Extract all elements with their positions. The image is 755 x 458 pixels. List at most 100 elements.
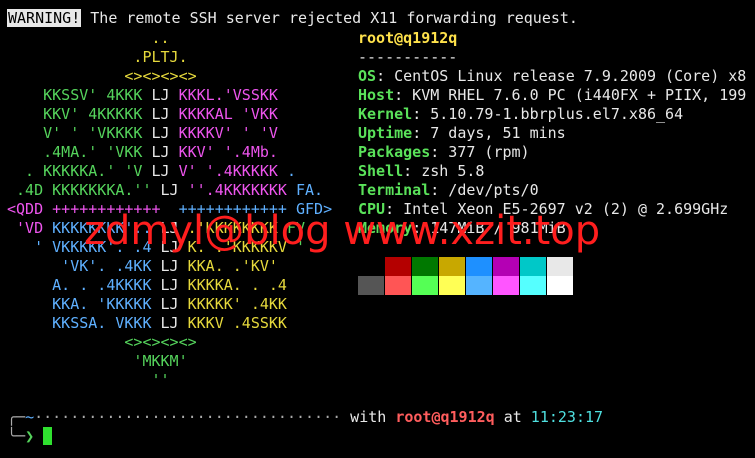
prompt-with: with bbox=[341, 408, 396, 426]
logo-segment: LJ bbox=[160, 257, 179, 275]
info-title: root@q1912q bbox=[358, 29, 458, 47]
prompt-tilde: ~ bbox=[25, 408, 35, 426]
logo-segment: LJ bbox=[160, 314, 179, 332]
warning-line: WARNING! The remote SSH server rejected … bbox=[7, 9, 578, 28]
prompt-user: root@q1912q bbox=[395, 408, 495, 426]
palette-swatch bbox=[520, 257, 546, 276]
info-value: zsh 5.8 bbox=[412, 162, 485, 180]
logo-line: . KKKKKA.' 'V LJ V' '.4KKKKK . bbox=[7, 162, 296, 181]
info-row: Uptime: 7 days, 51 mins bbox=[358, 124, 566, 143]
logo-line: <><><><> bbox=[7, 67, 196, 86]
prompt-at: at bbox=[494, 408, 531, 426]
logo-line: KKA. 'KKKKK LJ KKKKK' .4KK bbox=[7, 295, 287, 314]
logo-line: KKSSA. VKKK LJ KKKV .4SSKK bbox=[7, 314, 287, 333]
logo-segment: .4MA.' 'VKK bbox=[7, 143, 152, 161]
logo-segment: LJ bbox=[160, 276, 179, 294]
info-row: Packages: 377 (rpm) bbox=[358, 143, 530, 162]
info-colon: : bbox=[412, 105, 422, 123]
logo-segment: LJ bbox=[160, 181, 179, 199]
prompt-line: ╭─~·································· wi… bbox=[7, 408, 603, 427]
info-value: 7 days, 51 mins bbox=[421, 124, 566, 142]
logo-segment: V' ' 'VKKKK bbox=[7, 124, 152, 142]
info-row: Terminal: /dev/pts/0 bbox=[358, 181, 539, 200]
info-value: 377 (rpm) bbox=[439, 143, 530, 161]
logo-segment: KKKKA. . .4 bbox=[178, 276, 287, 294]
terminal-cursor[interactable] bbox=[43, 427, 52, 445]
prompt-corner-top: ╭─ bbox=[7, 408, 26, 426]
palette-swatch bbox=[520, 276, 546, 295]
logo-segment: KKA. 'KKKKK bbox=[7, 295, 161, 313]
logo-segment: . bbox=[286, 162, 296, 180]
info-colon: : bbox=[430, 143, 440, 161]
logo-segment: .PLTJ. bbox=[7, 48, 188, 66]
prompt-arrow-icon: ❯ bbox=[25, 427, 35, 445]
logo-segment: KKSSV' 4KKK bbox=[7, 86, 152, 104]
warning-message: The remote SSH server rejected X11 forwa… bbox=[81, 9, 578, 27]
logo-segment: KKSSA. VKKK bbox=[7, 314, 161, 332]
logo-segment: .4D KKKKKKKA.'' bbox=[7, 181, 161, 199]
info-row: Kernel: 5.10.79-1.bbrplus.el7.x86_64 bbox=[358, 105, 683, 124]
logo-segment: LJ bbox=[160, 295, 179, 313]
logo-segment: LJ bbox=[151, 143, 170, 161]
info-value: /dev/pts/0 bbox=[439, 181, 539, 199]
logo-segment: KKA. .'KV' bbox=[178, 257, 278, 275]
logo-segment: KKKKK' .4KK bbox=[178, 295, 287, 313]
palette-swatch bbox=[439, 276, 465, 295]
logo-segment: 'VD bbox=[7, 219, 53, 237]
terminal-window[interactable]: WARNING! The remote SSH server rejected … bbox=[0, 0, 755, 458]
prompt-time: 11:23:17 bbox=[530, 408, 604, 426]
info-key: Host bbox=[358, 86, 395, 104]
palette-swatch bbox=[493, 257, 519, 276]
logo-segment: KKKL.'VSSKK bbox=[169, 86, 278, 104]
input-line[interactable]: ╰─❯ bbox=[7, 427, 34, 446]
prompt-corner-bottom: ╰─ bbox=[7, 427, 26, 445]
logo-segment: KKV' 4KKKKK bbox=[7, 105, 152, 123]
info-key: Uptime bbox=[358, 124, 413, 142]
logo-segment: ''.4KKKKKKK bbox=[178, 181, 296, 199]
info-key: Kernel bbox=[358, 105, 413, 123]
prompt-dots: ·································· bbox=[34, 408, 342, 426]
logo-line: <><><><> bbox=[7, 333, 197, 352]
warning-badge: WARNING! bbox=[7, 9, 82, 27]
logo-line: KKSSV' 4KKK LJ KKKL.'VSSKK bbox=[7, 86, 278, 105]
info-key: OS bbox=[358, 67, 377, 85]
info-row: Shell: zsh 5.8 bbox=[358, 162, 484, 181]
palette-swatch bbox=[547, 276, 573, 295]
palette-swatch bbox=[385, 257, 411, 276]
info-colon: : bbox=[430, 181, 440, 199]
logo-line: .4D KKKKKKKA.'' LJ ''.4KKKKKKK FA. bbox=[7, 181, 323, 200]
info-key: Terminal bbox=[358, 181, 431, 199]
logo-segment: A. . .4KKKK bbox=[7, 276, 161, 294]
logo-line: 'MKKM' bbox=[7, 352, 188, 371]
palette-swatch bbox=[412, 257, 438, 276]
logo-segment: <><><><> bbox=[7, 333, 197, 351]
palette-swatch bbox=[493, 276, 519, 295]
info-key: Shell bbox=[358, 162, 404, 180]
palette-swatch bbox=[466, 276, 492, 295]
palette-swatch bbox=[466, 257, 492, 276]
info-row: Host: KVM RHEL 7.6.0 PC (i440FX + PIIX, … bbox=[358, 86, 746, 105]
logo-segment: KKV' '.4Mb. bbox=[169, 143, 278, 161]
info-value: KVM RHEL 7.6.0 PC (i440FX + PIIX, 199 bbox=[403, 86, 747, 104]
info-colon: : bbox=[412, 124, 422, 142]
logo-line: 'VK'. .4KK LJ KKA. .'KV' bbox=[7, 257, 278, 276]
info-key: Packages bbox=[358, 143, 431, 161]
logo-segment: 'VK'. .4KK bbox=[7, 257, 161, 275]
palette-swatch bbox=[412, 276, 438, 295]
info-value: CentOS Linux release 7.9.2009 (Core) x8 bbox=[385, 67, 747, 85]
logo-segment: 'MKKM' bbox=[7, 352, 188, 370]
logo-segment: .. bbox=[7, 29, 170, 47]
info-row: OS: CentOS Linux release 7.9.2009 (Core)… bbox=[358, 67, 746, 86]
logo-segment: KKKKAL 'VKK bbox=[169, 105, 278, 123]
palette-swatch bbox=[439, 257, 465, 276]
logo-segment: . KKKKKA.' 'V bbox=[7, 162, 152, 180]
logo-segment: V' '.4KKKKK bbox=[169, 162, 287, 180]
palette-swatch bbox=[358, 257, 384, 276]
logo-segment: FA. bbox=[296, 181, 324, 199]
logo-line: A. . .4KKKK LJ KKKKA. . .4 bbox=[7, 276, 287, 295]
logo-line: KKV' 4KKKKK LJ KKKKAL 'VKK bbox=[7, 105, 278, 124]
info-colon: : bbox=[403, 162, 413, 180]
palette-swatch bbox=[385, 276, 411, 295]
logo-line: '' bbox=[7, 371, 169, 390]
logo-line: .. bbox=[7, 29, 170, 48]
